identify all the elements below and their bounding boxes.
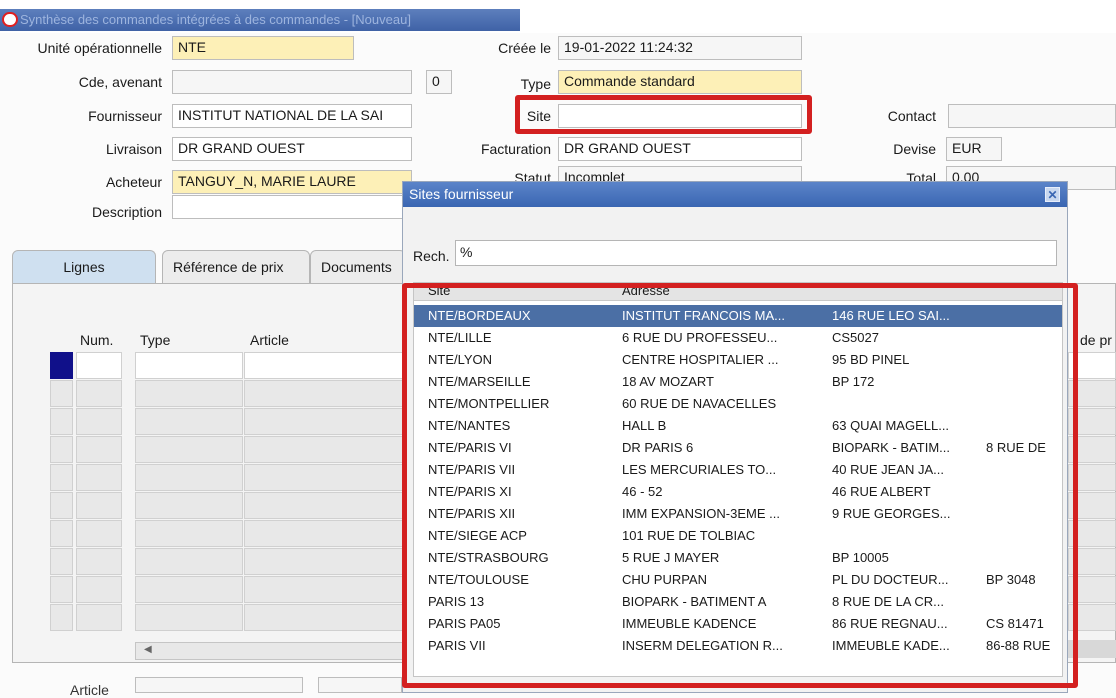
close-icon[interactable]: ✕ (1045, 187, 1060, 202)
row-selector[interactable] (50, 380, 73, 407)
grid-cell[interactable] (76, 380, 122, 407)
col-article-header: Article (250, 332, 289, 348)
col-num-header: Num. (80, 332, 114, 348)
grid-cell[interactable] (135, 436, 243, 463)
grid-cell[interactable] (76, 436, 122, 463)
acheteur-label: Acheteur (105, 174, 162, 190)
devise-field[interactable]: EUR (946, 137, 1002, 161)
grid-cell[interactable] (135, 492, 243, 519)
cde-label: Cde, avenant (78, 74, 162, 90)
col-type-header: Type (140, 332, 171, 348)
tab-label: Lignes (63, 259, 105, 275)
grid-cell[interactable] (135, 604, 243, 631)
type-field[interactable]: Commande standard (558, 70, 802, 94)
facturation-label: Facturation (480, 141, 551, 157)
creee-field: 19-01-2022 11:24:32 (558, 36, 802, 60)
grid-cell[interactable] (76, 492, 122, 519)
unite-field[interactable]: NTE (172, 36, 354, 60)
grid-cell[interactable] (244, 492, 404, 519)
unite-label: Unité opérationnelle (37, 40, 162, 56)
fournisseur-field[interactable]: INSTITUT NATIONAL DE LA SAI (172, 104, 412, 128)
col-prix-header: de pr (1080, 332, 1112, 348)
row-selector[interactable] (50, 520, 73, 547)
grid-cell[interactable] (135, 408, 243, 435)
grid-cell[interactable] (76, 604, 122, 631)
avenant-field: 0 (426, 70, 452, 94)
grid-cell[interactable] (76, 352, 122, 379)
grid-cell[interactable] (244, 464, 404, 491)
facturation-field[interactable]: DR GRAND OUEST (558, 137, 802, 161)
grid-cell[interactable] (76, 548, 122, 575)
grid-cell[interactable] (244, 576, 404, 603)
grid-cell[interactable] (244, 436, 404, 463)
grid-cell[interactable] (135, 548, 243, 575)
grid-cell[interactable] (135, 464, 243, 491)
livraison-field[interactable]: DR GRAND OUEST (172, 137, 412, 161)
grid-cell[interactable] (135, 352, 243, 379)
row-selector[interactable] (50, 576, 73, 603)
tab-reference-prix[interactable]: Référence de prix (162, 250, 310, 284)
grid-cell[interactable] (135, 520, 243, 547)
tab-label: Documents (321, 259, 392, 275)
tab-label: Référence de prix (173, 259, 284, 275)
grid-cell[interactable] (244, 520, 404, 547)
oracle-logo-icon (2, 12, 22, 31)
article-bottom-field[interactable] (135, 677, 303, 693)
dialog-title: Sites fournisseur (403, 182, 1067, 207)
row-selector[interactable] (50, 436, 73, 463)
search-label: Rech. (413, 248, 450, 264)
site-highlight-box (515, 95, 812, 134)
tab-documents[interactable]: Documents (310, 250, 406, 284)
description-label: Description (91, 204, 162, 220)
grid-cell[interactable] (76, 464, 122, 491)
article-bottom-label: Article (70, 682, 109, 698)
grid-cell[interactable] (76, 576, 122, 603)
fournisseur-label: Fournisseur (88, 108, 162, 124)
list-highlight-box (402, 283, 1078, 688)
row-selector[interactable] (50, 548, 73, 575)
window-titlebar: Synthèse des commandes intégrées à des c… (0, 0, 1116, 33)
acheteur-field[interactable]: TANGUY_N, MARIE LAURE (172, 170, 412, 194)
type-label: Type (520, 76, 551, 92)
row-selector[interactable] (50, 352, 73, 379)
livraison-label: Livraison (105, 141, 162, 157)
grid-cell[interactable] (76, 408, 122, 435)
scroll-left-icon[interactable]: ◀ (144, 644, 152, 655)
grid-cell[interactable] (244, 380, 404, 407)
tab-lignes[interactable]: Lignes (12, 250, 156, 284)
window-title: Synthèse des commandes intégrées à des c… (20, 12, 411, 27)
bottom-field-2[interactable] (318, 677, 402, 693)
creee-label: Créée le (498, 40, 551, 56)
grid-cell[interactable] (135, 576, 243, 603)
contact-field[interactable] (948, 104, 1116, 128)
row-selector[interactable] (50, 464, 73, 491)
grid-cell[interactable] (244, 548, 404, 575)
row-selector[interactable] (50, 408, 73, 435)
description-field[interactable] (172, 195, 412, 219)
grid-cell[interactable] (244, 604, 404, 631)
grid-cell[interactable] (135, 380, 243, 407)
contact-label: Contact (887, 108, 936, 124)
grid-cell[interactable] (244, 352, 404, 379)
search-input[interactable]: % (455, 240, 1057, 266)
devise-label: Devise (893, 141, 936, 157)
grid-cell[interactable] (76, 520, 122, 547)
horizontal-scrollbar[interactable]: ◀ (135, 642, 405, 660)
row-selector[interactable] (50, 604, 73, 631)
grid-cell[interactable] (244, 408, 404, 435)
cde-field[interactable] (172, 70, 412, 94)
row-selector[interactable] (50, 492, 73, 519)
